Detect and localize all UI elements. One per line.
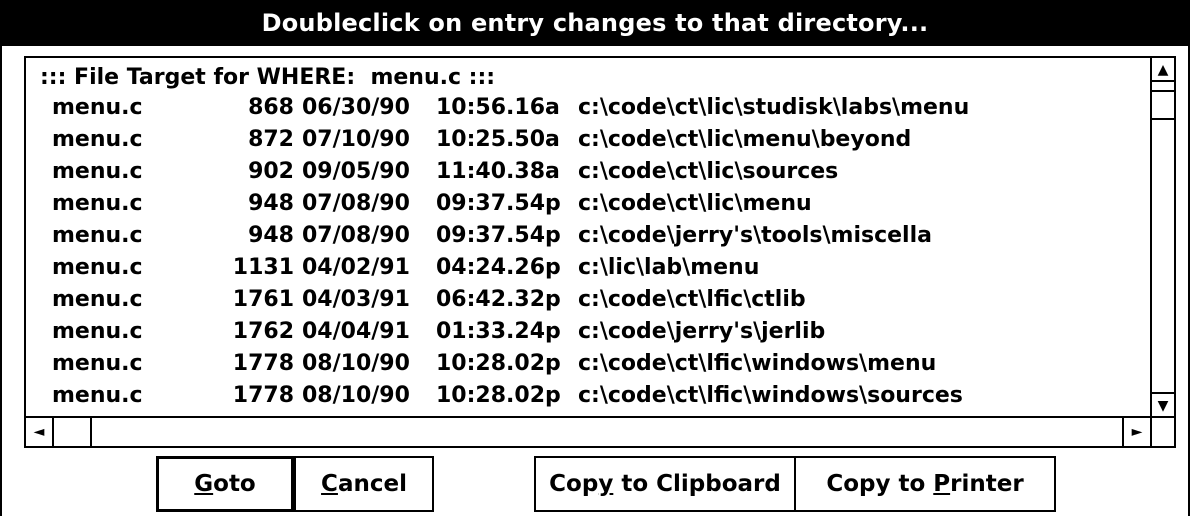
goto-mnemonic: G xyxy=(194,471,214,497)
file-size: 872 xyxy=(248,127,294,152)
horizontal-scrollbar[interactable]: ◄ ► xyxy=(26,416,1150,446)
file-size: 1131 xyxy=(232,255,294,280)
file-path: c:\code\ct\lic\studisk\labs\menu xyxy=(578,95,970,120)
file-name: menu.c xyxy=(52,191,143,216)
file-time: 10:28.02p xyxy=(436,351,561,376)
file-size: 948 xyxy=(248,223,294,248)
file-size: 1778 xyxy=(232,351,294,376)
file-path: c:\lic\lab\menu xyxy=(578,255,760,280)
cancel-mnemonic: C xyxy=(321,471,338,497)
file-time: 06:42.32p xyxy=(436,287,561,312)
file-path: c:\code\ct\lfic\ctlib xyxy=(578,287,806,312)
file-name: menu.c xyxy=(52,351,143,376)
file-time: 09:37.54p xyxy=(436,191,561,216)
list-item[interactable]: menu.c 1778 08/10/90 10:28.02p c:\code\ct\lf… xyxy=(26,348,1150,380)
file-size: 1778 xyxy=(232,383,294,408)
scrollbar-corner xyxy=(1150,416,1174,446)
file-size: 1762 xyxy=(232,319,294,344)
copy-printer-mnemonic: P xyxy=(933,471,951,497)
list-item[interactable]: menu.c 1131 04/02/91 04:24.26p c:\lic\lab\me… xyxy=(26,252,1150,284)
file-date: 04/04/91 xyxy=(302,319,410,344)
file-path: c:\code\ct\lic\menu xyxy=(578,191,812,216)
scroll-up-arrow-icon[interactable]: ▲ xyxy=(1152,58,1174,82)
file-name: menu.c xyxy=(52,127,143,152)
file-path: c:\code\ct\lic\menu\beyond xyxy=(578,127,912,152)
file-date: 07/08/90 xyxy=(302,191,410,216)
list-item[interactable]: menu.c 902 09/05/90 11:40.38a c:\code\ct\lic… xyxy=(26,156,1150,188)
file-name: menu.c xyxy=(52,159,143,184)
file-path: c:\code\jerry's\tools\miscella xyxy=(578,223,932,248)
file-path: c:\code\ct\lfic\windows\menu xyxy=(578,351,937,376)
copy-clipboard-label-start: Cop xyxy=(549,471,599,497)
file-date: 09/05/90 xyxy=(302,159,410,184)
file-date: 04/03/91 xyxy=(302,287,410,312)
goto-button[interactable]: Goto xyxy=(156,456,294,512)
copy-printer-label-end: rinter xyxy=(950,471,1024,497)
file-name: menu.c xyxy=(52,223,143,248)
cancel-label: ancel xyxy=(337,471,407,497)
file-time: 04:24.26p xyxy=(436,255,561,280)
file-time: 01:33.24p xyxy=(436,319,561,344)
file-time: 10:28.02p xyxy=(436,383,561,408)
vertical-scroll-thumb[interactable] xyxy=(1152,90,1174,120)
file-list[interactable]: ::: File Target for WHERE: menu.c ::: me… xyxy=(26,58,1150,416)
list-item[interactable]: menu.c 868 06/30/90 10:56.16a c:\code\ct\lic… xyxy=(26,92,1150,124)
list-item[interactable]: menu.c 948 07/08/90 09:37.54p c:\code\jerry'… xyxy=(26,220,1150,252)
file-time: 09:37.54p xyxy=(436,223,561,248)
list-item[interactable]: menu.c 1761 04/03/91 06:42.32p c:\code\ct\lf… xyxy=(26,284,1150,316)
file-size: 1761 xyxy=(232,287,294,312)
file-time: 11:40.38a xyxy=(436,159,560,184)
cancel-button[interactable]: Cancel xyxy=(294,456,434,512)
file-date: 06/30/90 xyxy=(302,95,410,120)
file-name: menu.c xyxy=(52,319,143,344)
file-size: 948 xyxy=(248,191,294,216)
copy-clipboard-mnemonic: y xyxy=(598,471,614,497)
file-target-dialog: Doubleclick on entry changes to that dir… xyxy=(0,0,1190,516)
file-time: 10:25.50a xyxy=(436,127,560,152)
goto-label: oto xyxy=(213,471,256,497)
file-list-box[interactable]: ::: File Target for WHERE: menu.c ::: me… xyxy=(24,56,1176,448)
file-path: c:\code\ct\lic\sources xyxy=(578,159,839,184)
file-date: 07/10/90 xyxy=(302,127,410,152)
list-item[interactable]: menu.c 1778 08/10/90 10:28.02p c:\code\ct\lf… xyxy=(26,380,1150,412)
file-date: 08/10/90 xyxy=(302,383,410,408)
file-size: 868 xyxy=(248,95,294,120)
list-item[interactable]: menu.c 872 07/10/90 10:25.50a c:\code\ct\lic… xyxy=(26,124,1150,156)
list-item[interactable]: menu.c 1762 04/04/91 01:33.24p c:\code\jerry… xyxy=(26,316,1150,348)
file-date: 04/02/91 xyxy=(302,255,410,280)
scroll-down-arrow-icon[interactable]: ▼ xyxy=(1152,392,1174,416)
file-name: menu.c xyxy=(52,95,143,120)
file-name: menu.c xyxy=(52,287,143,312)
horizontal-scroll-thumb[interactable] xyxy=(62,418,92,446)
copy-printer-label-start: Copy to xyxy=(826,471,934,497)
scroll-right-arrow-icon[interactable]: ► xyxy=(1122,418,1150,446)
file-path: c:\code\ct\lfic\windows\sources xyxy=(578,383,963,408)
vertical-scrollbar[interactable]: ▲ ▼ xyxy=(1150,58,1174,416)
file-name: menu.c xyxy=(52,255,143,280)
file-size: 902 xyxy=(248,159,294,184)
file-path: c:\code\jerry's\jerlib xyxy=(578,319,826,344)
file-date: 07/08/90 xyxy=(302,223,410,248)
list-header: ::: File Target for WHERE: menu.c ::: xyxy=(40,65,496,90)
file-date: 08/10/90 xyxy=(302,351,410,376)
scroll-left-arrow-icon[interactable]: ◄ xyxy=(26,418,54,446)
copy-to-clipboard-button[interactable]: Copy to Clipboard xyxy=(534,456,796,512)
dialog-title: Doubleclick on entry changes to that dir… xyxy=(2,0,1188,46)
copy-clipboard-label-end: to Clipboard xyxy=(613,471,781,497)
file-time: 10:56.16a xyxy=(436,95,560,120)
copy-to-printer-button[interactable]: Copy to Printer xyxy=(794,456,1056,512)
list-item[interactable]: menu.c 948 07/08/90 09:37.54p c:\code\ct\lic… xyxy=(26,188,1150,220)
file-name: menu.c xyxy=(52,383,143,408)
